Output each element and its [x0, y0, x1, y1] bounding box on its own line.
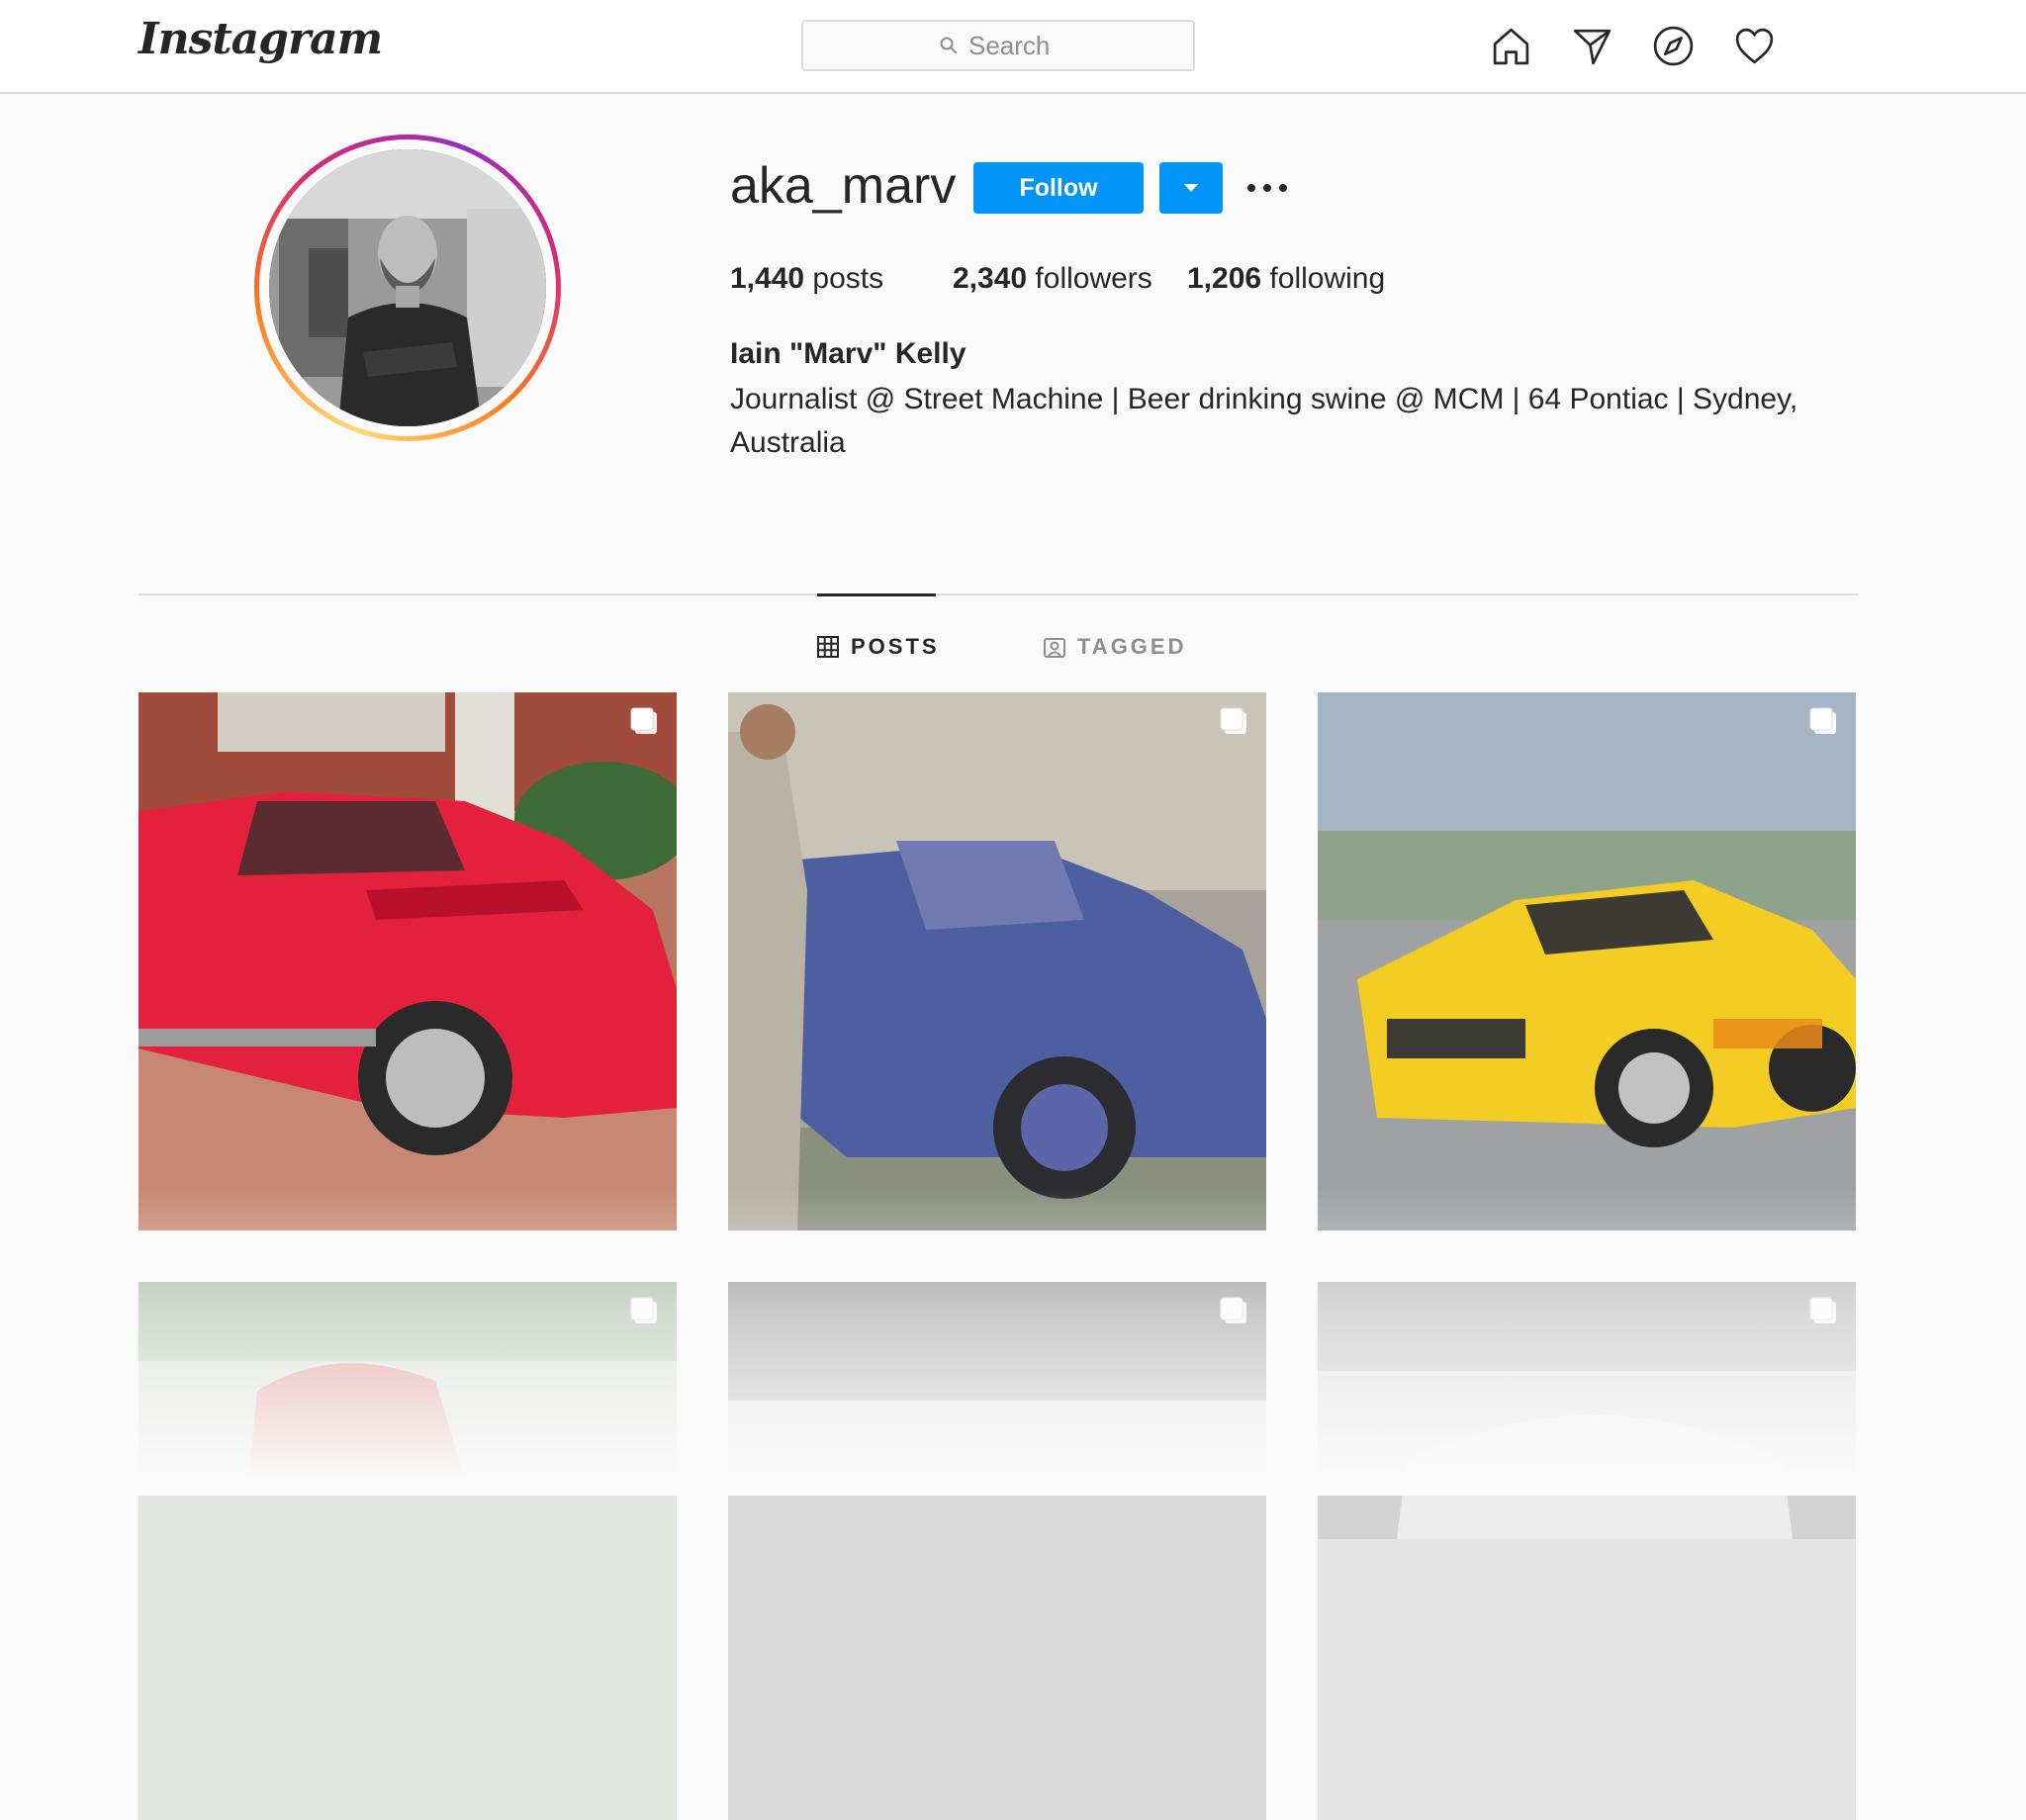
grid-icon [817, 636, 839, 658]
tabs-divider [138, 593, 1858, 595]
post-photo [728, 692, 1266, 1230]
more-options-icon[interactable] [1244, 174, 1290, 202]
post-photo [1318, 1282, 1856, 1820]
following-count: 1,206 [1187, 262, 1262, 295]
followers-stat[interactable]: 2,340 followers [953, 259, 1187, 299]
top-nav: Instagram [0, 0, 2026, 94]
profile-avatar[interactable] [254, 135, 561, 441]
profile-full-name: Iain "Marv" Kelly [730, 337, 967, 370]
tab-tagged-label: TAGGED [1077, 634, 1187, 659]
profile-username: aka_marv [730, 157, 957, 215]
explore-icon[interactable] [1651, 24, 1696, 68]
posts-stat: 1,440 posts [730, 259, 965, 299]
multiple-photos-icon [630, 1297, 657, 1323]
instagram-logo[interactable]: Instagram [138, 14, 383, 64]
following-stat[interactable]: 1,206 following [1187, 259, 1385, 299]
direct-icon[interactable] [1570, 24, 1614, 68]
home-icon[interactable] [1489, 24, 1533, 68]
nav-icons [1489, 24, 1777, 68]
tab-tagged[interactable]: TAGGED [1044, 633, 1186, 661]
profile-bio: Journalist @ Street Machine | Beer drink… [730, 383, 1798, 459]
suggested-dropdown-button[interactable] [1159, 162, 1223, 214]
multiple-photos-icon [630, 707, 657, 734]
search-icon [940, 37, 957, 53]
post-photo [1318, 692, 1856, 1230]
avatar [269, 149, 546, 426]
posts-count: 1,440 [730, 262, 805, 295]
follow-button[interactable]: Follow [973, 162, 1144, 214]
post-tile[interactable] [138, 1282, 677, 1820]
avatar-photo [269, 149, 546, 426]
tagged-icon [1044, 638, 1065, 658]
post-photo [138, 692, 677, 1230]
search-box[interactable] [801, 20, 1195, 71]
tab-posts[interactable]: POSTS [817, 633, 940, 661]
search-input[interactable] [968, 30, 1058, 61]
post-tile[interactable] [1318, 1282, 1856, 1820]
caret-down-icon [1184, 184, 1198, 192]
multiple-photos-icon [1220, 707, 1246, 734]
post-tile[interactable] [728, 1282, 1266, 1820]
followers-label: followers [1035, 262, 1152, 295]
profile-stats: 1,440 posts 2,340 followers 1,206 follow… [730, 259, 1385, 299]
post-tile[interactable] [138, 692, 677, 1230]
following-label: following [1269, 262, 1386, 295]
active-tab-indicator [817, 593, 936, 596]
activity-icon[interactable] [1732, 24, 1777, 68]
multiple-photos-icon [1809, 707, 1836, 734]
followers-count: 2,340 [953, 262, 1028, 295]
post-tile[interactable] [1318, 692, 1856, 1230]
post-photo [138, 1282, 677, 1820]
post-tile[interactable] [728, 692, 1266, 1230]
multiple-photos-icon [1220, 1297, 1246, 1323]
post-photo [728, 1282, 1266, 1820]
multiple-photos-icon [1809, 1297, 1836, 1323]
tab-posts-label: POSTS [851, 634, 940, 659]
posts-label: posts [812, 262, 884, 295]
